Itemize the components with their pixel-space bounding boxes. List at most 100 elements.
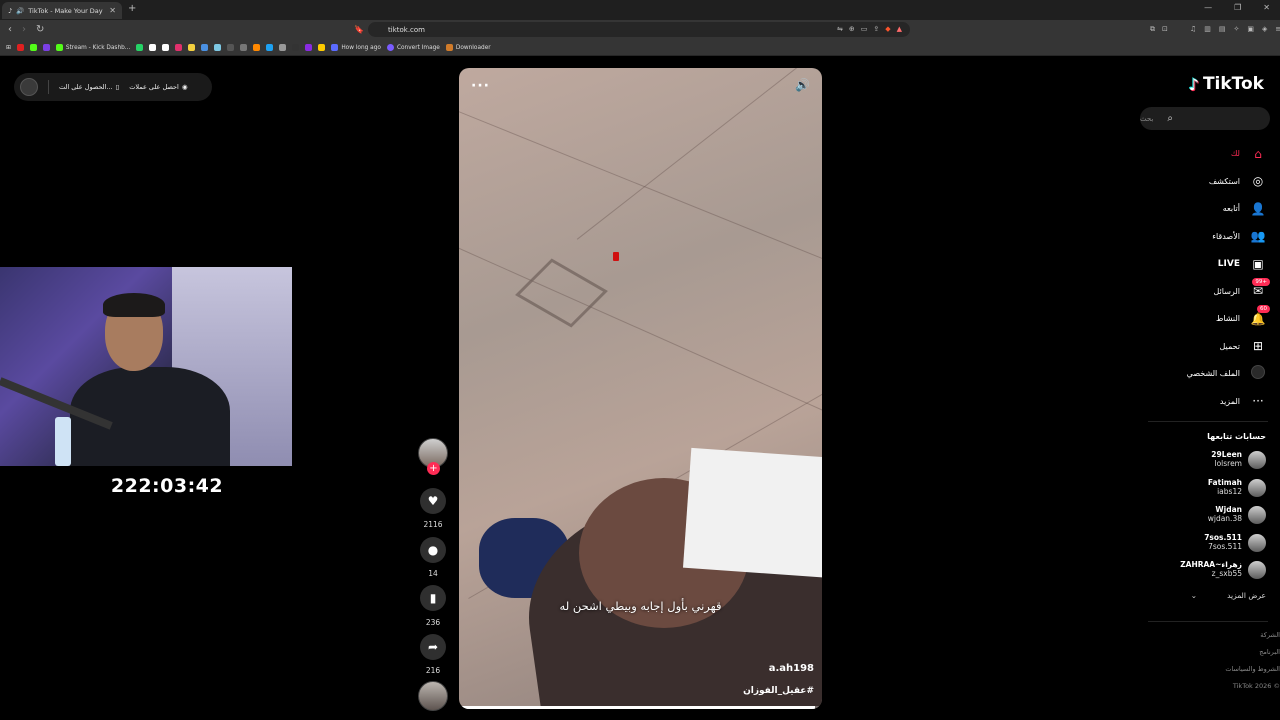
menu-icon[interactable]: ≡	[1275, 25, 1280, 33]
bookmark-favicon-icon[interactable]	[42, 44, 50, 51]
apps-icon[interactable]: ⊞	[6, 45, 11, 51]
account-names: Fatimah iabs12	[1208, 478, 1242, 496]
back-icon[interactable]: ‹	[8, 24, 12, 35]
following-account[interactable]: 29Leen lolsrem	[1136, 447, 1266, 473]
sidebar-item-upload[interactable]: تحميل ⊞	[1126, 333, 1266, 361]
video-author[interactable]: a.ah198	[769, 663, 814, 674]
bookmark-favicon-icon[interactable]	[188, 44, 196, 51]
music-icon[interactable]: ♫	[1190, 25, 1196, 33]
video-player[interactable]: ··· 🔊 قهرني بأول إجابه وبيطي اشحن له a.a…	[459, 68, 822, 709]
floor-tile-square	[515, 258, 608, 328]
download-icon	[445, 44, 453, 51]
extension-icon[interactable]: ⊡	[1162, 25, 1168, 34]
comment-button[interactable]: ●	[420, 537, 446, 563]
bookmark-favicon-icon[interactable]	[253, 44, 261, 51]
sound-avatar[interactable]	[418, 681, 448, 711]
bookmark-favicon-icon[interactable]	[136, 44, 144, 51]
bookmark-favicon-icon[interactable]	[201, 44, 209, 51]
close-tab-icon[interactable]: ✕	[109, 6, 116, 15]
bookmark-kick[interactable]: Stream - Kick Dashb...	[55, 44, 130, 51]
compass-icon: ◎	[1252, 174, 1264, 189]
following-account[interactable]: 7sos.511 7sos.511	[1136, 530, 1266, 556]
bookmark-favicon-icon[interactable]	[16, 44, 24, 51]
extension-icon[interactable]: ⧉	[1150, 25, 1155, 34]
following-account[interactable]: Fatimah iabs12	[1136, 475, 1266, 501]
translate-icon[interactable]: ⇋	[837, 25, 843, 33]
brave-shield-icon[interactable]: ◆	[885, 25, 890, 33]
bookmark-favicon-icon[interactable]	[175, 44, 183, 51]
new-tab-icon[interactable]: +	[128, 3, 136, 14]
bookmark-favicon-icon[interactable]	[292, 44, 300, 51]
bookmark-favicon-icon[interactable]	[279, 44, 287, 51]
sidebar-item-profile[interactable]: الملف الشخصي	[1126, 360, 1266, 388]
chevron-down-icon: ⌄	[1190, 591, 1198, 600]
close-window-icon[interactable]: ✕	[1263, 3, 1270, 12]
more-options-icon[interactable]: ···	[471, 78, 490, 94]
bookmark-favicon-icon[interactable]	[214, 44, 222, 51]
restore-icon[interactable]: ❐	[1234, 3, 1241, 12]
forward-icon[interactable]: ›	[22, 24, 26, 35]
share-count: 216	[425, 666, 441, 675]
video-hashtag[interactable]: #عقيل_الفوزان	[743, 686, 814, 696]
video-progress-bar[interactable]	[459, 706, 822, 709]
sidebar-item-activity[interactable]: النشاط 🔔 60	[1126, 305, 1270, 333]
sidebar-item-messages[interactable]: الرسائل ✉ 99+	[1126, 277, 1270, 306]
bookmark-downloader[interactable]: Downloader	[445, 44, 491, 51]
sidebar-icon[interactable]: ▥	[1204, 25, 1211, 33]
bookmark-favicon-icon[interactable]	[266, 44, 274, 51]
bookmark-favicon-icon[interactable]	[29, 44, 37, 51]
url-field[interactable]: tiktok.com ⇋ ⊕ ▭ ⇪ ◆ ▲	[368, 22, 910, 37]
reload-icon[interactable]: ↻	[36, 24, 44, 35]
messages-icon: ✉	[1252, 284, 1264, 299]
wallet-icon[interactable]: ▣	[1247, 25, 1254, 33]
rewards-icon[interactable]: ▲	[897, 25, 902, 33]
minimize-icon[interactable]: —	[1204, 3, 1212, 12]
browser-tab[interactable]: ♪ 🔊 TikTok - Make Your Day ✕	[2, 2, 122, 19]
sidebar-item-live[interactable]: LIVE ▣	[1126, 250, 1266, 278]
bookmark-favicon-icon[interactable]	[240, 44, 248, 51]
bookmark-favicon-icon[interactable]	[318, 44, 326, 51]
comment-count: 14	[428, 569, 438, 578]
notification-badge: 60	[1257, 305, 1270, 313]
share-icon[interactable]: ⇪	[873, 25, 879, 33]
search-placeholder: بحث	[1140, 114, 1154, 123]
account-handle: lolsrem	[1214, 459, 1242, 468]
avatar[interactable]	[20, 78, 38, 96]
get-coins-link[interactable]: احصل على عملات ◉	[129, 83, 187, 91]
following-account[interactable]: Wjdan wjdan.38	[1136, 502, 1266, 528]
sidebar-item-user-follow[interactable]: أتابعه 👤	[1126, 195, 1266, 223]
volume-icon[interactable]: 🔊	[795, 78, 810, 92]
following-title: حسابات تتابعها	[1207, 432, 1266, 441]
see-more-button[interactable]: عرض المزيد ⌄	[1191, 591, 1266, 600]
follow-plus-icon[interactable]: +	[427, 462, 440, 475]
cast-icon[interactable]: ▭	[861, 25, 868, 33]
bookmark-favicon-icon[interactable]	[227, 44, 235, 51]
zoom-icon[interactable]: ⊕	[849, 25, 855, 33]
save-button[interactable]: ▮	[420, 585, 446, 611]
sidebar-item-home[interactable]: لك ⌂	[1126, 140, 1266, 168]
tiktok-logo[interactable]: ♪ TikTok	[1189, 74, 1264, 94]
following-account[interactable]: ZAHRAA~زهراء z_sxb55	[1136, 557, 1266, 583]
bookmark-favicon-icon[interactable]	[149, 44, 157, 51]
leo-icon[interactable]: ✧	[1234, 25, 1240, 33]
get-app-link[interactable]: الحصول على الت... ▯	[59, 83, 119, 91]
footer-link[interactable]: الشركة	[1260, 631, 1280, 639]
footer-link[interactable]: الشروط والسياسات	[1225, 665, 1280, 673]
sidebar-item-compass[interactable]: استكشف ◎	[1126, 168, 1266, 196]
bookmark-favicon-icon[interactable]	[162, 44, 170, 51]
bookmark-favicon-icon[interactable]	[305, 44, 313, 51]
search-input[interactable]: ⌕ بحث	[1140, 107, 1270, 130]
search-icon[interactable]: ⌕	[1167, 113, 1173, 124]
tab-icon[interactable]: ▤	[1219, 25, 1226, 33]
bookmark-icon[interactable]: 🔖	[354, 25, 364, 34]
like-button[interactable]: ♥	[420, 488, 446, 514]
footer-link[interactable]: البرنامج	[1259, 648, 1280, 656]
sidebar-item-friends[interactable]: الأصدقاء 👥	[1126, 223, 1266, 251]
share-button[interactable]: ➦	[420, 634, 446, 660]
divider	[48, 80, 49, 94]
bookmark-convert-image[interactable]: Convert Image	[386, 44, 440, 51]
vpn-icon[interactable]: ◈	[1262, 25, 1267, 33]
speaker-icon[interactable]: 🔊	[16, 7, 24, 15]
sidebar-item-more[interactable]: المزيد ···	[1126, 388, 1266, 416]
bookmark-how-long-ago[interactable]: How long ago	[331, 44, 381, 51]
